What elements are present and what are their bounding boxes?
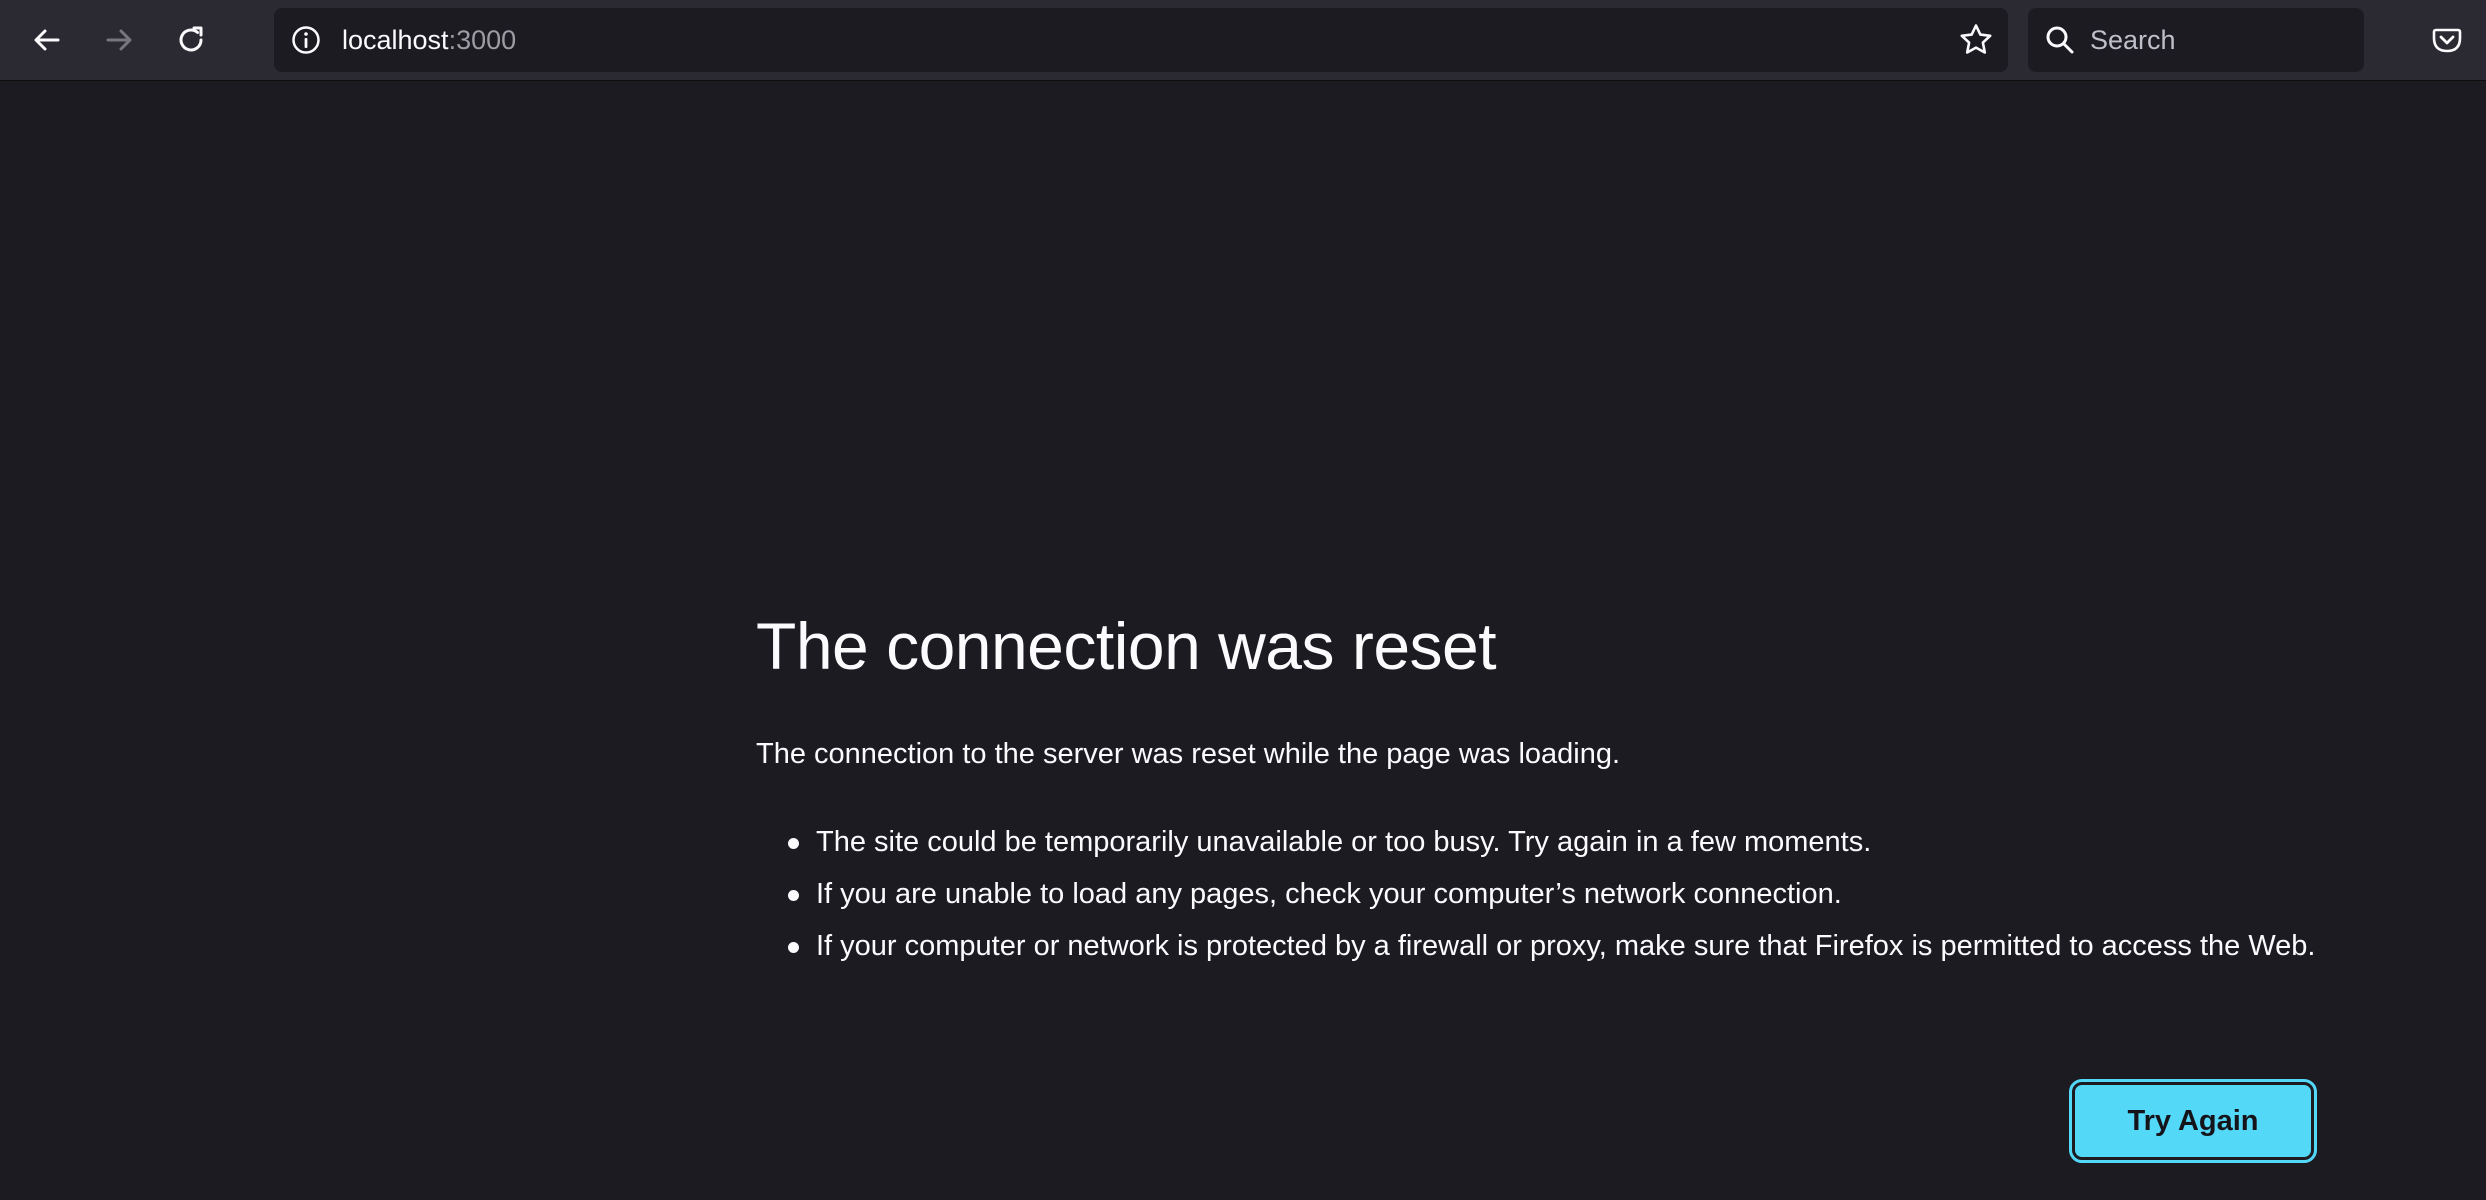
list-item: If you are unable to load any pages, che… (788, 876, 2316, 913)
back-button[interactable] (20, 13, 74, 67)
url-bar[interactable]: localhost:3000 (274, 8, 2008, 72)
url-host: localhost (342, 25, 449, 55)
forward-button[interactable] (92, 13, 146, 67)
error-content: The connection was reset The connection … (756, 600, 2316, 980)
url-text[interactable]: localhost:3000 (342, 8, 516, 72)
reload-button[interactable] (164, 13, 218, 67)
info-icon[interactable] (290, 24, 322, 56)
search-placeholder: Search (2090, 25, 2176, 55)
error-reasons-list: The site could be temporarily unavailabl… (756, 824, 2316, 965)
reload-icon (179, 26, 203, 52)
error-title: The connection was reset (756, 609, 1497, 683)
pocket-button[interactable] (2420, 13, 2474, 67)
list-item: If your computer or network is protected… (788, 928, 2316, 965)
pocket-icon (2432, 28, 2462, 53)
error-description: The connection to the server was reset w… (756, 738, 1621, 770)
search-icon (2046, 26, 2074, 54)
browser-toolbar: localhost:3000 Search (0, 0, 2486, 81)
arrow-right-icon (106, 29, 132, 51)
star-icon[interactable] (1958, 22, 1994, 58)
try-again-button[interactable]: Try Again (2069, 1079, 2317, 1163)
arrow-left-icon (34, 29, 60, 51)
search-bar[interactable]: Search (2028, 8, 2364, 72)
list-item: The site could be temporarily unavailabl… (788, 824, 2316, 861)
url-port: :3000 (448, 25, 517, 55)
